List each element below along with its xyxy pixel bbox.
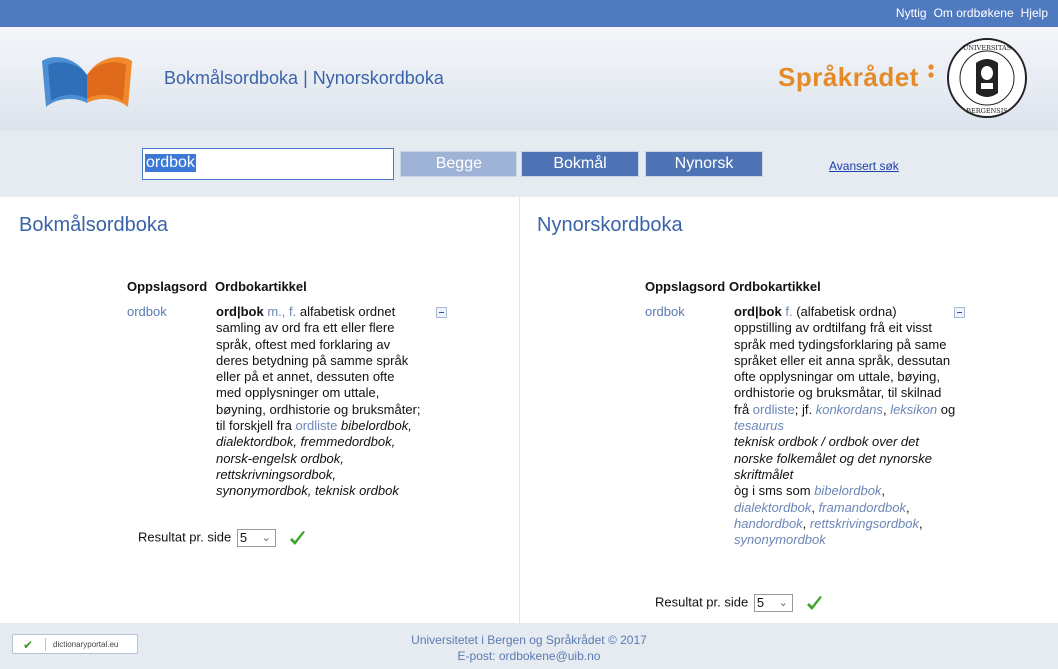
- nynorsk-article: ord|bok f. (alfabetisk ordna) oppstillin…: [734, 304, 956, 548]
- svg-text:BERGENSIS: BERGENSIS: [966, 107, 1008, 115]
- nav-om-ordbokene-link[interactable]: Om ordbøkene: [934, 6, 1014, 20]
- bokmal-results-panel: Bokmålsordboka Oppslagsord Ordbokartikke…: [0, 197, 520, 623]
- sprakradet-dots-icon: [928, 64, 934, 78]
- bokmal-per-page-select[interactable]: 5 ⌄: [236, 529, 276, 547]
- nynorsk-headword: ord|bok: [734, 304, 782, 319]
- bokmal-article-header: Ordbokartikkel: [215, 279, 307, 294]
- nynorsk-per-page-select[interactable]: 5 ⌄: [753, 594, 793, 612]
- nynorsk-handordbok-link[interactable]: handordbok: [734, 516, 803, 531]
- bokmal-per-page: Resultat pr. side 5 ⌄: [138, 529, 306, 547]
- footer: ✔ dictionaryportal.eu Universitetet i Be…: [0, 623, 1058, 669]
- nynorsk-jf: jf.: [801, 401, 813, 417]
- advanced-search-link[interactable]: Avansert søk: [829, 159, 899, 173]
- bokmal-article: ord|bok m., f. alfabetisk ordnet samling…: [216, 304, 422, 500]
- nynorsk-rettskrivingsordbok-link[interactable]: rettskrivingsordbok: [810, 516, 919, 531]
- bokmal-collapse-icon[interactable]: [436, 307, 447, 318]
- open-book-logo[interactable]: [40, 53, 134, 109]
- footer-email[interactable]: E-post: ordbokene@uib.no: [0, 649, 1058, 663]
- nynorsk-sms-prefix: òg i sms som: [734, 483, 811, 499]
- bokmal-apply-check-icon[interactable]: [289, 530, 306, 546]
- bokmal-headword: ord|bok: [216, 304, 264, 319]
- bokmal-ordliste-link[interactable]: ordliste: [295, 418, 337, 433]
- nynorsk-konkordans-link[interactable]: konkordans: [816, 402, 883, 417]
- nynorsk-results-panel: Nynorskordboka Oppslagsord Ordbokartikke…: [521, 197, 1058, 623]
- nynorsk-panel-title: Nynorskordboka: [537, 214, 683, 236]
- chevron-down-icon: ⌄: [778, 597, 788, 609]
- nynorsk-pos: f.: [785, 304, 793, 319]
- nynorsk-collapse-icon[interactable]: [954, 307, 965, 318]
- bokmal-lemma-header: Oppslagsord: [127, 279, 208, 294]
- nynorsk-lemma-header: Oppslagsord: [645, 279, 726, 294]
- top-bar: Nyttig Om ordbøkene Hjelp: [0, 0, 1058, 27]
- begge-button[interactable]: Begge: [400, 151, 517, 177]
- nynorsk-framandordbok-link[interactable]: framandordbok: [819, 500, 906, 515]
- nynorsk-per-page-label: Resultat pr. side: [655, 594, 749, 610]
- nynorsk-lemma-link[interactable]: ordbok: [645, 304, 685, 319]
- nynorsk-per-page: Resultat pr. side 5 ⌄: [655, 594, 823, 612]
- footer-copyright: Universitetet i Bergen og Språkrådet © 2…: [411, 633, 647, 647]
- bokmal-pos: m., f.: [267, 304, 297, 319]
- site-title: Bokmålsordboka | Nynorskordboka: [164, 68, 444, 89]
- bokmal-panel-title: Bokmålsordboka: [19, 214, 168, 236]
- header: Bokmålsordboka | Nynorskordboka Språkråd…: [0, 27, 1058, 131]
- nynorsk-article-header: Ordbokartikkel: [729, 279, 821, 294]
- uib-seal-logo[interactable]: UNIVERSITAS BERGENSIS: [946, 37, 1028, 119]
- top-nav: Nyttig Om ordbøkene Hjelp: [896, 6, 1048, 20]
- svg-text:UNIVERSITAS: UNIVERSITAS: [963, 44, 1011, 52]
- bokmal-per-page-label: Resultat pr. side: [138, 529, 232, 545]
- nynorsk-ordliste-link[interactable]: ordliste: [753, 402, 795, 417]
- nynorsk-title-link[interactable]: Nynorskordboka: [313, 68, 444, 88]
- nynorsk-apply-check-icon[interactable]: [806, 595, 823, 611]
- nynorsk-leksikon-link[interactable]: leksikon: [890, 402, 937, 417]
- nynorsk-synonymordbok-link[interactable]: synonymordbok: [734, 532, 826, 547]
- search-input[interactable]: [142, 148, 394, 180]
- title-separator: |: [298, 68, 313, 88]
- bokmal-button[interactable]: Bokmål: [521, 151, 639, 177]
- nynorsk-dialektordbok-link[interactable]: dialektordbok: [734, 500, 811, 515]
- bokmal-lemma-link[interactable]: ordbok: [127, 304, 167, 319]
- bokmal-title-link[interactable]: Bokmålsordboka: [164, 68, 298, 88]
- nynorsk-tesaurus-link[interactable]: tesaurus: [734, 418, 784, 433]
- sprakradet-logo[interactable]: Språkrådet: [778, 62, 919, 93]
- nynorsk-definition: (alfabetisk ordna) oppstilling av ordtil…: [734, 304, 951, 417]
- bokmal-definition: alfabetisk ordnet samling av ord fra ett…: [216, 304, 421, 434]
- nav-nyttig-link[interactable]: Nyttig: [896, 6, 927, 20]
- nynorsk-bibelordbok-link[interactable]: bibelordbok: [814, 483, 881, 498]
- nynorsk-examples: teknisk ordbok / ordbok over det norske …: [734, 434, 932, 482]
- chevron-down-icon: ⌄: [261, 532, 271, 544]
- search-band: ordbok Begge Bokmål Nynorsk Avansert søk: [0, 131, 1058, 197]
- nynorsk-button[interactable]: Nynorsk: [645, 151, 763, 177]
- nav-hjelp-link[interactable]: Hjelp: [1021, 6, 1048, 20]
